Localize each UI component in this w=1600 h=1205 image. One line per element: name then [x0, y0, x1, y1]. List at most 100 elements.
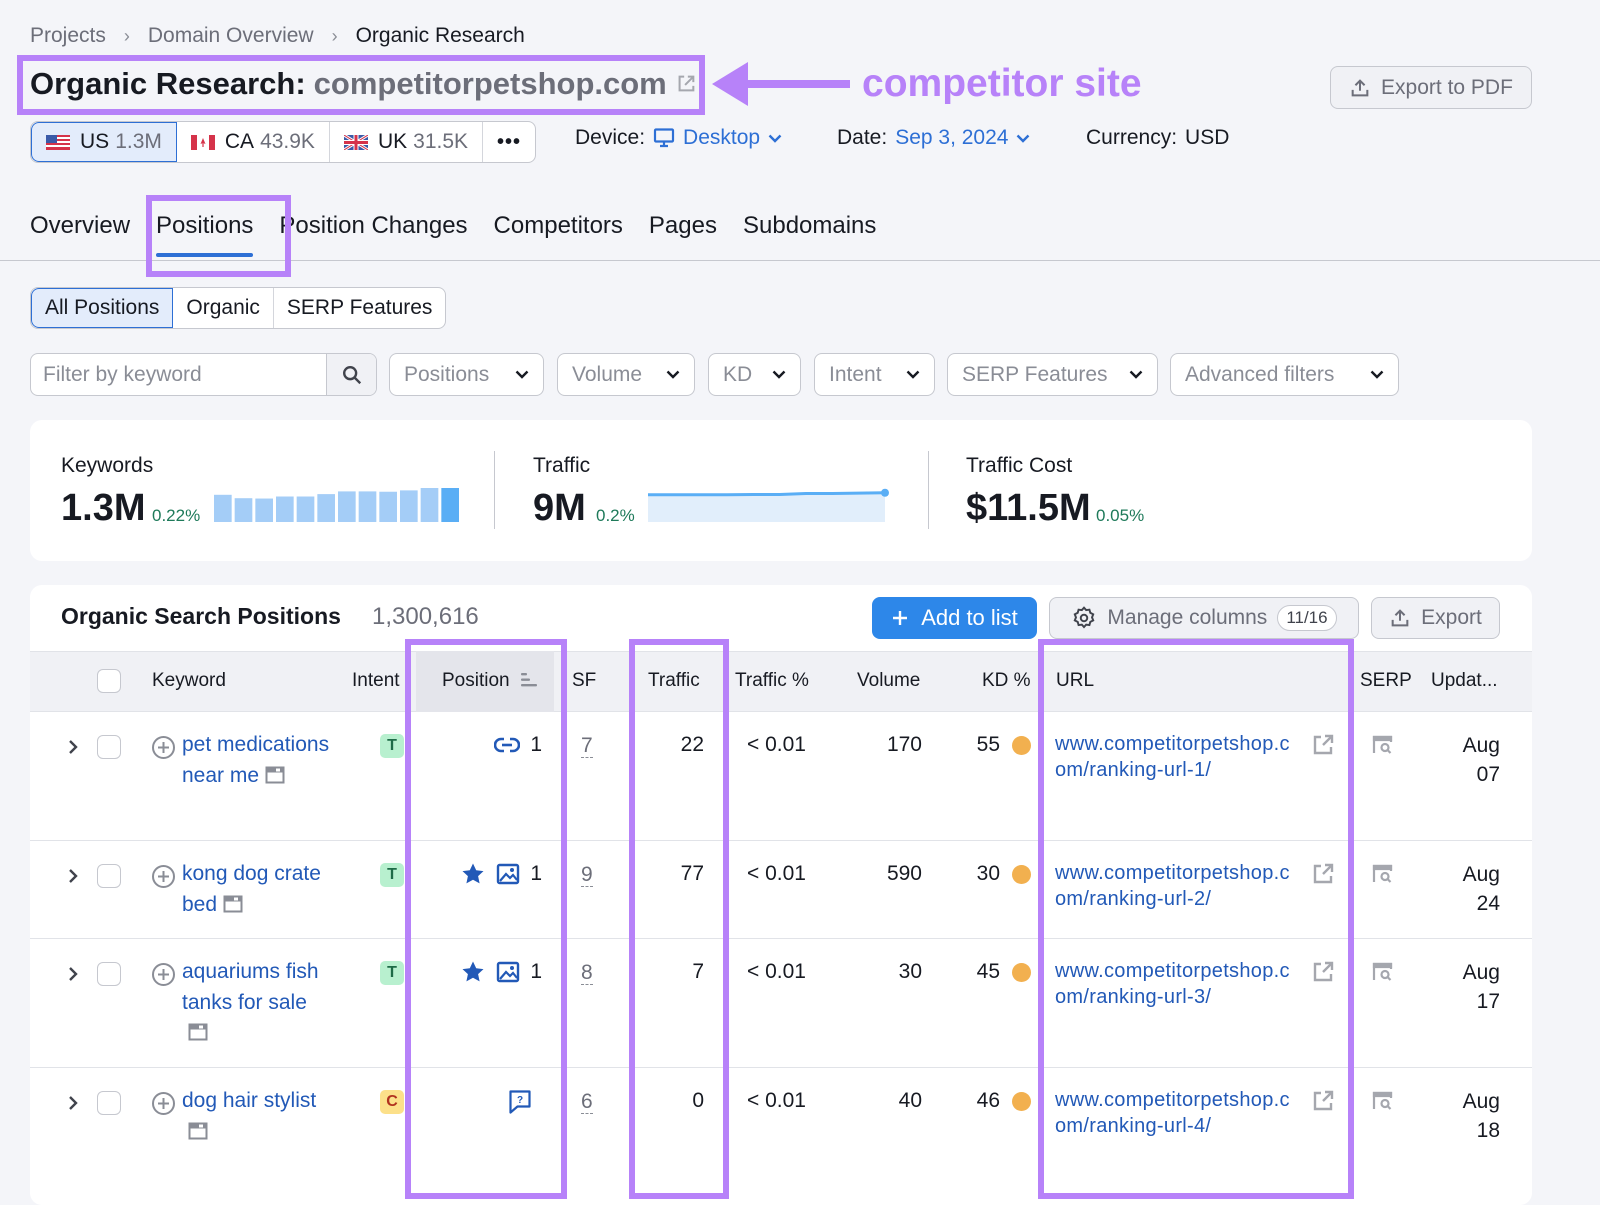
- row-checkbox[interactable]: [97, 962, 121, 986]
- device-selector[interactable]: Device: Desktop: [575, 126, 782, 150]
- db-code: CA: [224, 130, 255, 153]
- serp-snapshot-icon[interactable]: [1370, 1090, 1395, 1112]
- col-intent[interactable]: Intent: [352, 670, 400, 692]
- keyword-link[interactable]: dog hair stylist: [182, 1086, 332, 1147]
- manage-columns-label: Manage columns: [1107, 606, 1268, 629]
- sf-count[interactable]: 8: [581, 962, 593, 985]
- sf-count[interactable]: 7: [581, 735, 593, 758]
- keywords-value[interactable]: 1.3M: [61, 487, 145, 530]
- annotation-position-column: [405, 639, 567, 1199]
- manage-columns-button[interactable]: Manage columns 11/16: [1049, 597, 1359, 639]
- db-tab-ca[interactable]: CA 43.9K: [177, 122, 330, 162]
- keyword-link[interactable]: pet medications near me: [182, 730, 332, 791]
- keyword-text[interactable]: dog hair stylist: [182, 1089, 316, 1112]
- dropdown-label: Positions: [404, 362, 490, 386]
- kd-filter-dropdown[interactable]: KD: [708, 353, 801, 396]
- traffic-trend-line: [648, 491, 886, 497]
- upload-icon: [1351, 78, 1369, 96]
- keyword-link[interactable]: kong dog crate bed: [182, 859, 332, 920]
- updated-date: Aug 07: [1440, 731, 1500, 789]
- search-button[interactable]: [326, 354, 376, 395]
- add-keyword-icon[interactable]: [151, 864, 176, 889]
- intent-badge: C: [380, 1090, 404, 1114]
- col-sf[interactable]: SF: [572, 670, 596, 692]
- segment-organic[interactable]: Organic: [173, 288, 274, 328]
- expand-row-icon[interactable]: [67, 966, 79, 982]
- segment-all-positions[interactable]: All Positions: [31, 288, 174, 328]
- date-selector[interactable]: Date: Sep 3, 2024: [837, 126, 1030, 150]
- serp-snapshot-icon[interactable]: [1370, 734, 1395, 756]
- keywords-trend-bar: [214, 494, 232, 522]
- keywords-trend-chart: [214, 488, 459, 522]
- device-label: Device:: [575, 126, 646, 149]
- select-all-checkbox[interactable]: [97, 669, 121, 693]
- serp-features-icon[interactable]: [265, 766, 285, 784]
- traffic-pct-value: < 0.01: [747, 733, 806, 756]
- db-code: UK: [377, 130, 408, 153]
- more-databases-button[interactable]: •••: [483, 122, 535, 162]
- segment-serp-features[interactable]: SERP Features: [274, 288, 446, 328]
- chevron-down-icon: [1017, 134, 1030, 143]
- export-to-pdf-button[interactable]: Export to PDF: [1330, 66, 1532, 109]
- export-button[interactable]: Export: [1371, 597, 1500, 639]
- keyword-filter-input[interactable]: [31, 354, 326, 395]
- add-keyword-icon[interactable]: [151, 962, 176, 987]
- expand-row-icon[interactable]: [67, 1095, 79, 1111]
- sf-count[interactable]: 6: [581, 1091, 593, 1114]
- col-volume[interactable]: Volume: [857, 670, 920, 692]
- keyword-text[interactable]: aquariums fish tanks for sale: [182, 960, 319, 1014]
- breadcrumb-projects[interactable]: Projects: [30, 24, 106, 48]
- intent-filter-dropdown[interactable]: Intent: [814, 353, 935, 396]
- breadcrumb-domain-overview[interactable]: Domain Overview: [148, 24, 314, 48]
- positions-filter-dropdown[interactable]: Positions: [389, 353, 544, 396]
- currency-info: Currency: USD: [1086, 126, 1229, 150]
- tab-pages[interactable]: Pages: [649, 212, 717, 258]
- row-checkbox[interactable]: [97, 864, 121, 888]
- expand-row-icon[interactable]: [67, 868, 79, 884]
- add-keyword-icon[interactable]: [151, 735, 176, 760]
- kd-difficulty-dot: [1012, 1092, 1031, 1111]
- db-tab-uk[interactable]: UK 31.5K: [330, 122, 484, 162]
- col-kd[interactable]: KD %: [982, 670, 1031, 692]
- expand-row-icon[interactable]: [67, 739, 79, 755]
- row-checkbox[interactable]: [97, 1091, 121, 1115]
- keyword-filter: [30, 353, 377, 396]
- serp-snapshot-icon[interactable]: [1370, 961, 1395, 983]
- serp-features-icon[interactable]: [188, 1023, 208, 1041]
- chevron-down-icon: [1370, 370, 1384, 379]
- serp-features-icon[interactable]: [223, 895, 243, 913]
- updated-date: Aug 18: [1440, 1087, 1500, 1145]
- keyword-link[interactable]: aquariums fish tanks for sale: [182, 957, 332, 1049]
- advanced-filters-dropdown[interactable]: Advanced filters: [1170, 353, 1399, 396]
- col-traffic-pct[interactable]: Traffic %: [735, 670, 809, 692]
- keyword-text[interactable]: kong dog crate bed: [182, 862, 321, 916]
- gear-icon: [1073, 606, 1095, 629]
- uk-flag-icon: [343, 134, 368, 150]
- tab-competitors[interactable]: Competitors: [494, 212, 623, 258]
- row-checkbox[interactable]: [97, 735, 121, 759]
- chevron-down-icon: [666, 370, 680, 379]
- col-updated[interactable]: Updat...: [1431, 670, 1498, 692]
- traffic-value[interactable]: 9M: [533, 487, 586, 530]
- add-to-list-label: Add to list: [921, 605, 1018, 630]
- summary-divider: [928, 451, 929, 529]
- volume-value: 30: [898, 960, 922, 983]
- sf-count[interactable]: 9: [581, 864, 593, 887]
- add-to-list-button[interactable]: Add to list: [872, 597, 1037, 639]
- dropdown-label: Volume: [572, 362, 643, 386]
- serp-features-icon[interactable]: [188, 1122, 208, 1140]
- serp-features-filter-dropdown[interactable]: SERP Features: [947, 353, 1158, 396]
- col-keyword[interactable]: Keyword: [152, 670, 226, 692]
- dropdown-label: KD: [723, 362, 753, 386]
- col-serp[interactable]: SERP: [1360, 670, 1412, 692]
- serp-snapshot-icon[interactable]: [1370, 863, 1395, 885]
- volume-filter-dropdown[interactable]: Volume: [557, 353, 695, 396]
- plus-icon: [893, 611, 908, 625]
- add-keyword-icon[interactable]: [151, 1091, 176, 1116]
- keyword-text[interactable]: pet medications near me: [182, 733, 329, 787]
- db-tab-us[interactable]: US 1.3M: [31, 122, 177, 162]
- tab-subdomains[interactable]: Subdomains: [743, 212, 876, 258]
- tab-overview[interactable]: Overview: [30, 212, 130, 258]
- dropdown-label: Intent: [829, 362, 882, 386]
- tab-position-changes[interactable]: Position Changes: [279, 212, 467, 258]
